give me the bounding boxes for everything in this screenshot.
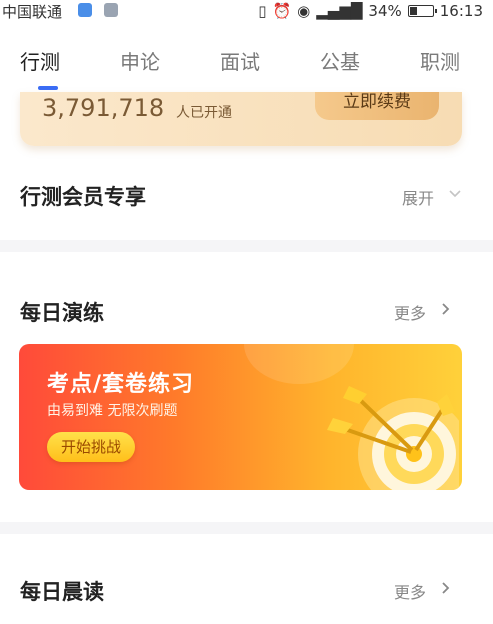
- tab-shenlun[interactable]: 申论: [120, 46, 160, 75]
- target-arrows-icon: [327, 386, 459, 490]
- subject-tabs: 行测 申论 面试 公基 职测: [0, 46, 493, 82]
- morning-reading-title: 每日晨读: [20, 580, 104, 604]
- alarm-icon: ⏰: [272, 2, 292, 20]
- vibrate-icon: ▯: [258, 2, 267, 20]
- daily-practice-more-link[interactable]: 更多: [394, 300, 426, 324]
- member-section-title: 行测会员专享: [20, 185, 146, 209]
- chevron-right-icon[interactable]: [440, 581, 452, 595]
- section-divider: [0, 240, 493, 252]
- signal-icon: ▂▄▆█: [316, 2, 363, 20]
- tab-mianshi[interactable]: 面试: [220, 46, 260, 75]
- vip-card: 3,791,718 人已开通 立即续费: [20, 92, 462, 146]
- chevron-down-icon[interactable]: [448, 187, 462, 201]
- morning-reading-more-link[interactable]: 更多: [394, 579, 426, 603]
- image-icon: [78, 3, 92, 17]
- status-icons: ▯ ⏰ ◉ ▂▄▆█ 34% 16:13: [258, 0, 483, 22]
- clock: 16:13: [439, 2, 483, 20]
- member-count-label: 人已开通: [176, 105, 232, 121]
- banner-title: 考点/套卷练习: [47, 372, 195, 397]
- member-count: 3,791,718: [42, 94, 165, 122]
- tab-xingce[interactable]: 行测: [20, 46, 60, 75]
- status-bar: 中国联通 ▯ ⏰ ◉ ▂▄▆█ 34% 16:13: [0, 0, 493, 22]
- gallery-icon: [104, 3, 118, 17]
- chevron-right-icon[interactable]: [440, 302, 452, 316]
- start-challenge-button[interactable]: 开始挑战: [47, 432, 135, 462]
- carrier-name: 中国联通: [2, 3, 63, 21]
- banner-subtitle: 由易到难 无限次刷题: [47, 403, 178, 419]
- battery-icon: [407, 5, 437, 17]
- eye-icon: ◉: [297, 2, 311, 20]
- battery-percent: 34%: [368, 2, 402, 20]
- active-tab-indicator: [38, 86, 58, 90]
- tab-gongji[interactable]: 公基: [320, 46, 360, 75]
- section-divider: [0, 522, 493, 534]
- expand-button[interactable]: 展开: [402, 185, 434, 209]
- renew-button[interactable]: 立即续费: [315, 92, 439, 120]
- practice-banner[interactable]: 考点/套卷练习 由易到难 无限次刷题 开始挑战: [19, 344, 462, 490]
- daily-practice-title: 每日演练: [20, 301, 104, 325]
- tab-zhice[interactable]: 职测: [420, 46, 460, 75]
